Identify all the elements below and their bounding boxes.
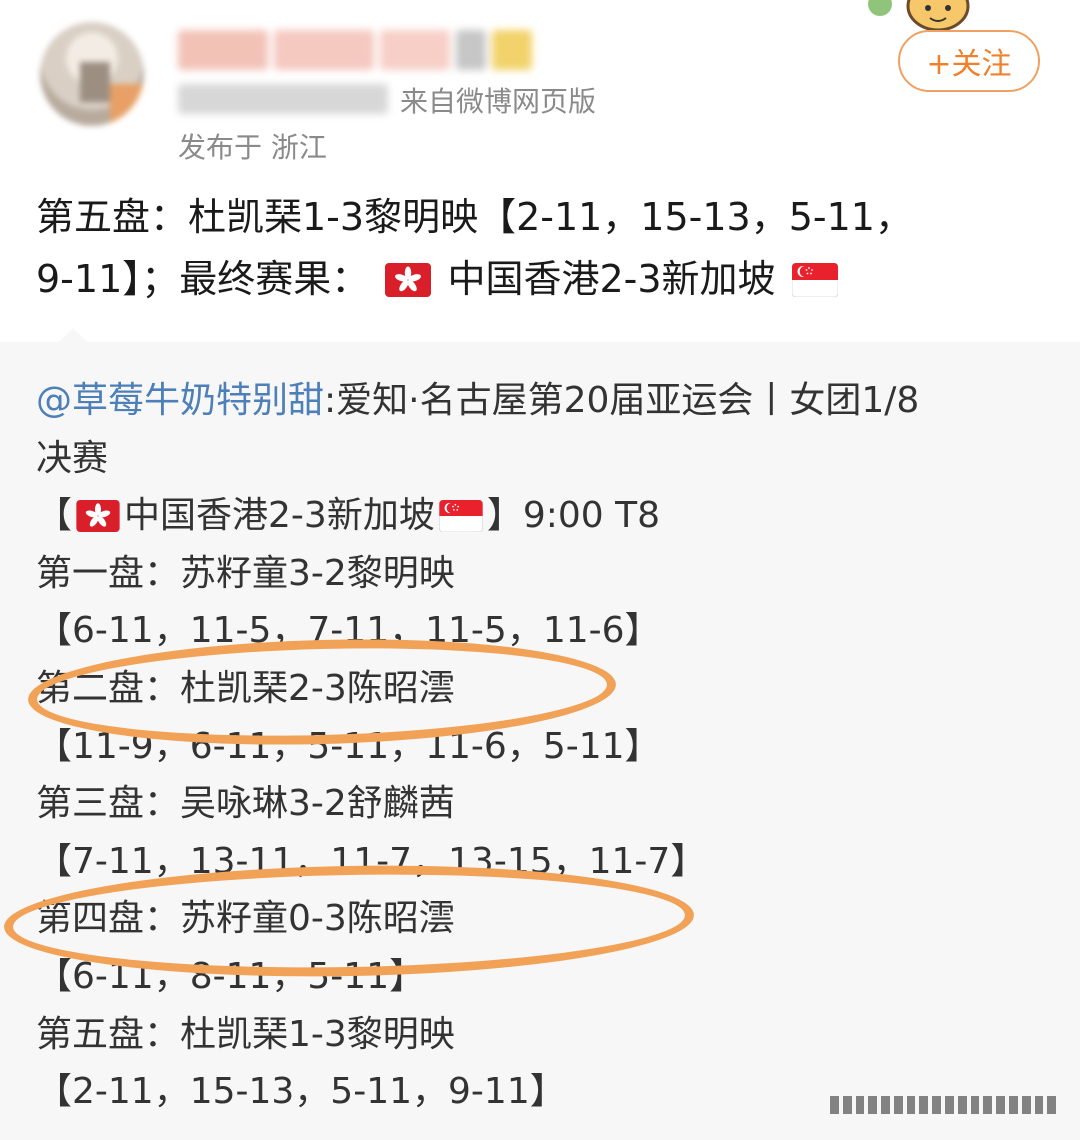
post-body: 第五盘：杜凯琹1-3黎明映【2-11，15-13，5-11， 9-11】；最终赛…	[36, 186, 1046, 310]
post-result-teams: 中国香港2-3新加坡	[447, 257, 776, 301]
scroll-indicator	[830, 1096, 1057, 1114]
post-header: 来自微博网页版 发布于 浙江 +关注	[0, 0, 1080, 180]
repost-notch	[58, 328, 88, 343]
repost-title-continued: 决赛	[36, 437, 109, 479]
match-open-bracket: 【	[36, 495, 73, 537]
game-5-label: 第五盘：杜凯琹1-3黎明映	[36, 1013, 455, 1055]
post-line-2-start: 9-11】；最终赛果：	[36, 257, 370, 301]
singapore-flag-icon	[438, 500, 483, 533]
game-2-scores: 【11-9，6-11，5-11，11-6，5-11】	[36, 725, 661, 767]
repost-body: @草莓牛奶特别甜:爱知·名古屋第20届亚运会丨女团1/8 决赛 【 中国香港2-…	[36, 372, 1046, 1121]
match-time-table: 】9:00 T8	[486, 495, 661, 537]
repost-title-line: @草莓牛奶特别甜:爱知·名古屋第20届亚运会丨女团1/8	[36, 372, 1046, 430]
repost-title: :爱知·名古屋第20届亚运会丨女团1/8	[324, 380, 920, 421]
username-blurred[interactable]	[178, 30, 538, 70]
game-4-label: 第四盘：苏籽童0-3陈昭澐	[36, 898, 455, 940]
post-source: 来自微博网页版	[400, 85, 597, 118]
singapore-flag-icon	[791, 263, 838, 297]
hong-kong-flag-icon	[76, 500, 120, 533]
game-2-label: 第二盘：杜凯琹2-3陈昭澐	[36, 667, 455, 709]
game-1-scores: 【6-11，11-5，7-11，11-5，11-6】	[36, 610, 661, 652]
post-location: 发布于 浙江	[178, 131, 327, 164]
game-4-scores: 【6-11，8-11，5-11】	[36, 955, 426, 997]
mention-link[interactable]: @草莓牛奶特别甜	[36, 380, 324, 421]
avatar[interactable]	[40, 22, 144, 126]
game-3-label: 第三盘：吴咏琳3-2舒麟茜	[36, 783, 455, 825]
match-teams: 中国香港2-3新加坡	[124, 495, 435, 537]
game-3-scores: 【7-11，13-11，11-7，13-15，11-7】	[36, 840, 707, 882]
game-1-label: 第一盘：苏籽童3-2黎明映	[36, 552, 455, 594]
match-line: 【 中国香港2-3新加坡 】9:00 T8	[36, 487, 1046, 545]
post-line-2: 9-11】；最终赛果： 中国香港2-3新加坡	[36, 248, 1046, 310]
follow-button[interactable]: +关注	[898, 30, 1040, 92]
post-line-1: 第五盘：杜凯琹1-3黎明映【2-11，15-13，5-11，	[36, 195, 913, 239]
timestamp-blurred	[178, 84, 388, 114]
hong-kong-flag-icon	[385, 263, 432, 297]
